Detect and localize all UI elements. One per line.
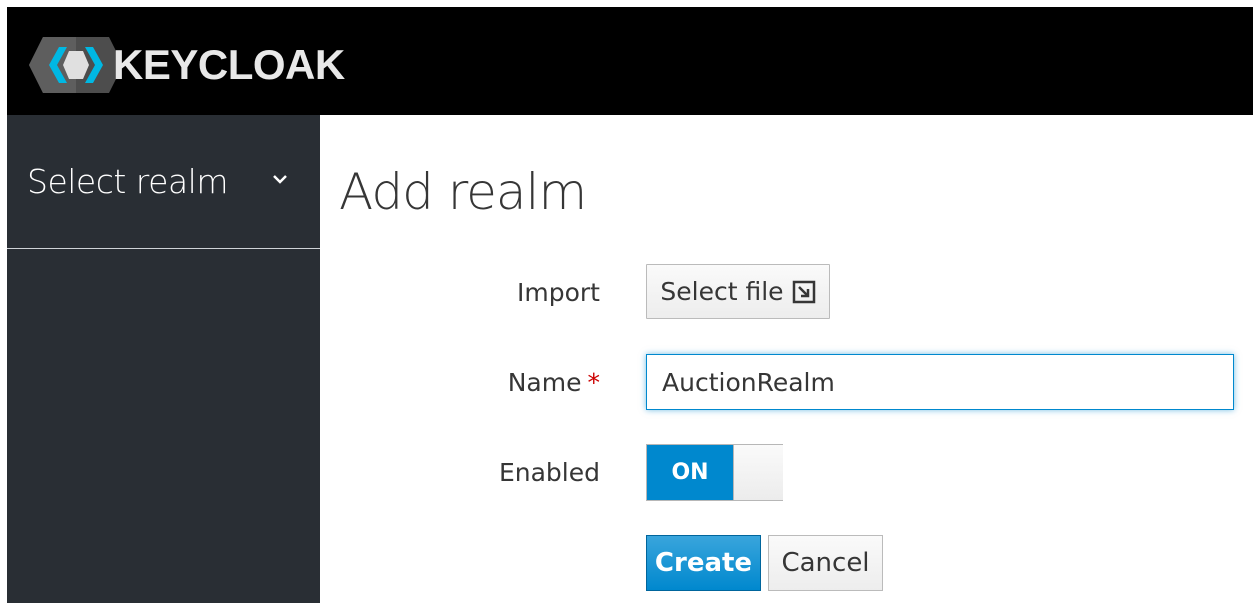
brand-name: KEYCLOAK [113, 41, 345, 88]
enabled-label: Enabled [498, 458, 600, 487]
sidebar: Select realm [7, 115, 320, 603]
realm-selector-label: Select realm [27, 162, 228, 201]
keycloak-logo-icon [29, 37, 123, 93]
required-marker: * [587, 368, 601, 397]
enabled-toggle-on: ON [647, 445, 733, 500]
page-title: Add realm [339, 163, 587, 221]
name-label-text: Name [507, 368, 582, 397]
name-input[interactable] [646, 354, 1234, 410]
brand-logo[interactable]: KEYCLOAK [29, 35, 345, 95]
masthead: KEYCLOAK [7, 7, 1253, 115]
select-file-button[interactable]: Select file [646, 264, 830, 319]
chevron-down-icon [273, 175, 287, 184]
main-content: Add realm Import Select file Name* Enabl… [320, 115, 1253, 603]
enabled-toggle[interactable]: ON [646, 444, 783, 501]
name-label: Name * [508, 368, 600, 397]
create-button[interactable]: Create [646, 535, 761, 591]
cancel-button[interactable]: Cancel [768, 535, 883, 591]
import-label: Import [517, 278, 600, 307]
import-icon [792, 280, 815, 303]
realm-selector[interactable]: Select realm [7, 115, 320, 249]
select-file-label: Select file [660, 277, 784, 306]
enabled-toggle-knob [733, 445, 783, 500]
